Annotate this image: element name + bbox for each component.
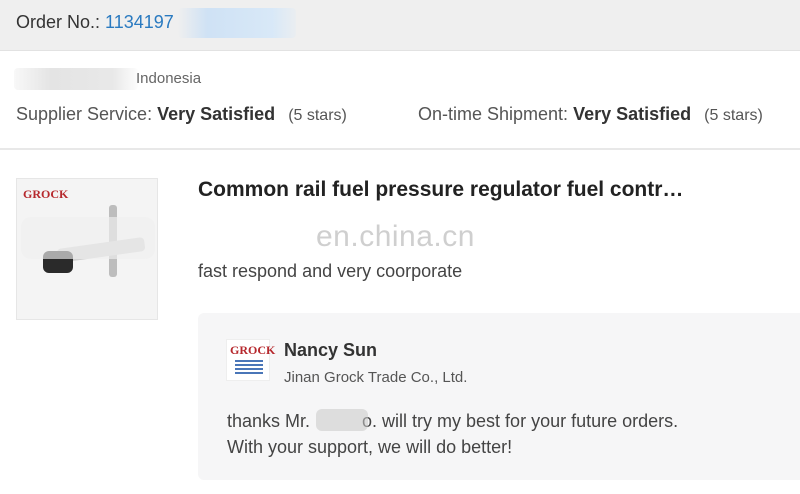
reply-line-prefix: thanks Mr. <box>227 411 311 431</box>
supplier-logo-lines <box>235 360 263 362</box>
product-image-redaction <box>21 217 155 259</box>
rating-value: Very Satisfied <box>157 104 276 124</box>
supplier-reply: GROCK Nancy Sun Jinan Grock Trade Co., L… <box>198 313 800 480</box>
rating-label: Supplier Service: <box>16 104 153 124</box>
rating-value: Very Satisfied <box>573 104 692 124</box>
reply-message-line-2: With your support, we will do better! <box>227 437 513 457</box>
rating-on-time-shipment: On-time Shipment: Very Satisfied (5 star… <box>418 104 763 125</box>
buyer-country: Indonesia <box>136 70 202 87</box>
supplier-logo-text: GROCK <box>230 343 276 357</box>
order-header: Order No.: 1134197 <box>0 0 800 51</box>
rating-stars: (5 stars) <box>704 107 763 124</box>
order-number-label: Order No.: <box>16 12 101 32</box>
rating-supplier-service: Supplier Service: Very Satisfied (5 star… <box>16 104 347 125</box>
watermark: en.china.cn <box>316 220 475 253</box>
review-text: fast respond and very coorporate <box>198 261 463 281</box>
product-brand-logo: GROCK <box>23 187 69 201</box>
buyer-name-redaction <box>14 68 138 90</box>
order-number-row: Order No.: 1134197 <box>16 12 174 33</box>
reply-message-line-1: thanks Mr. o. will try my best for your f… <box>227 411 678 432</box>
section-divider <box>0 148 800 150</box>
product-thumbnail[interactable]: GROCK <box>16 178 158 320</box>
reply-line-suffix: o. will try my best for your future orde… <box>362 411 679 431</box>
supplier-contact-name: Nancy Sun <box>284 340 378 360</box>
order-number-redaction <box>178 8 296 38</box>
supplier-logo: GROCK <box>226 339 275 381</box>
supplier-company-name: Jinan Grock Trade Co., Ltd. <box>284 369 468 386</box>
product-title-link[interactable]: Common rail fuel pressure regulator fuel… <box>198 178 683 202</box>
rating-label: On-time Shipment: <box>418 104 569 124</box>
rating-stars: (5 stars) <box>288 107 347 124</box>
order-number-link[interactable]: 1134197 <box>105 12 174 32</box>
customer-name-redaction <box>316 409 368 431</box>
